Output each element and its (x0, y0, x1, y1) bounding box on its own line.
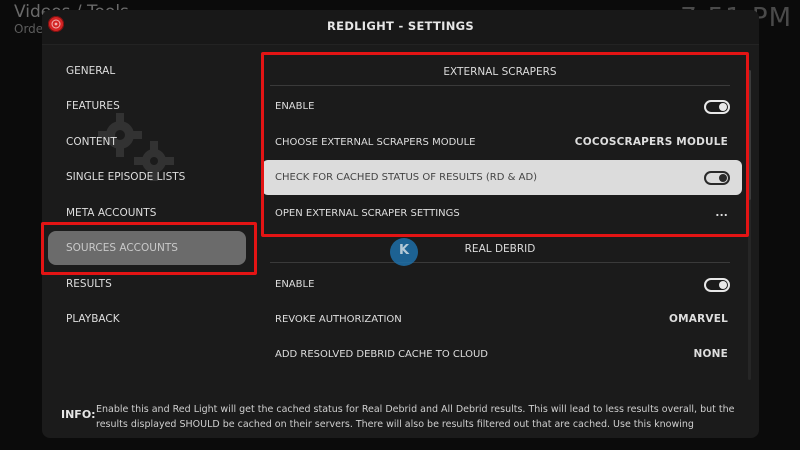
dialog-header: REDLIGHT - SETTINGS (42, 10, 759, 45)
nav-item-general[interactable]: GENERAL (48, 54, 246, 88)
enable-real-debrid-toggle[interactable] (704, 278, 730, 292)
highlight-box-external-scrapers (261, 52, 749, 237)
nav-item-content[interactable]: CONTENT (48, 125, 246, 159)
highlight-box-sources-accounts (41, 222, 257, 275)
setting-label: REVOKE AUTHORIZATION (275, 314, 402, 325)
setting-row-revoke-authorization[interactable]: REVOKE AUTHORIZATION OMARVEL (262, 302, 742, 337)
nav-item-playback[interactable]: PLAYBACK (48, 302, 246, 336)
info-label: INFO: (61, 408, 96, 421)
section-header-real-debrid: REAL DEBRID (270, 235, 730, 263)
nav-item-features[interactable]: FEATURES (48, 89, 246, 123)
nav-item-single-episode-lists[interactable]: SINGLE EPISODE LISTS (48, 160, 246, 194)
dialog-title: REDLIGHT - SETTINGS (327, 19, 474, 33)
background-subtitle: Orde (14, 22, 44, 36)
info-text: Enable this and Red Light will get the c… (96, 404, 735, 430)
setting-row-debrid-cache-to-cloud[interactable]: ADD RESOLVED DEBRID CACHE TO CLOUD NONE (262, 337, 742, 372)
setting-value: OMARVEL (669, 313, 728, 325)
watermark-logo: K (390, 238, 418, 266)
setting-value: NONE (693, 348, 728, 360)
setting-label: ADD RESOLVED DEBRID CACHE TO CLOUD (275, 349, 488, 360)
toggle-knob (719, 281, 727, 289)
setting-row-enable-real-debrid[interactable]: ENABLE (262, 267, 742, 302)
setting-label: ENABLE (275, 279, 315, 290)
watermark-letter: K (398, 243, 410, 258)
